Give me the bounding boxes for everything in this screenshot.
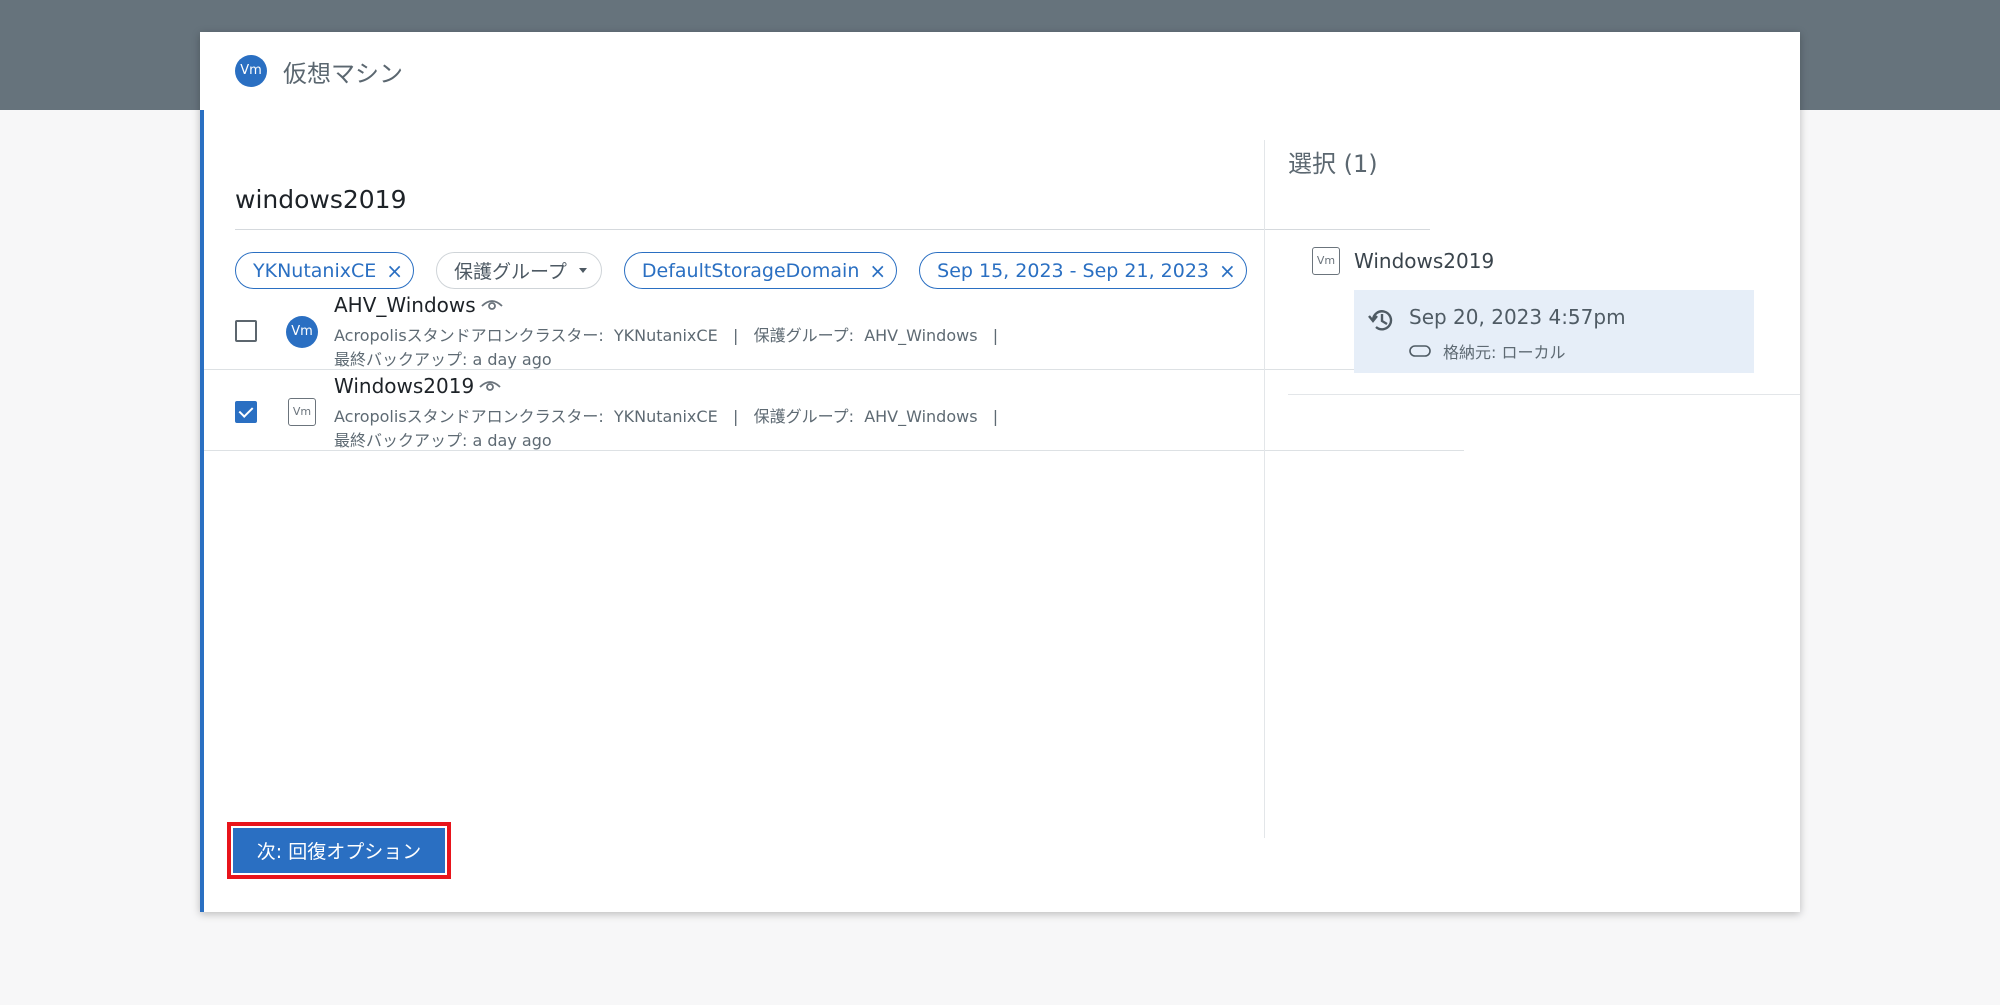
- row-checkbox[interactable]: [235, 320, 257, 342]
- selected-vm: Vm Windows2019: [1312, 247, 1494, 275]
- vm-list-item[interactable]: Vm AHV_Windows Acropolisスタンドアロンクラスター: YK…: [204, 289, 1464, 370]
- close-icon[interactable]: ×: [386, 261, 403, 281]
- vm-name: Windows2019: [334, 374, 501, 398]
- vm-name-text: AHV_Windows: [334, 293, 476, 317]
- vm-list-item[interactable]: Vm Windows2019 Acropolisスタンドアロンクラスター: YK…: [204, 370, 1464, 451]
- vm-outline-icon: Vm: [1312, 247, 1340, 275]
- filter-chip-label: DefaultStorageDomain: [641, 259, 860, 282]
- filter-chips: YKNutanixCE × 保護グループ DefaultStorageDomai…: [235, 252, 1247, 289]
- filter-chip-storage-domain[interactable]: DefaultStorageDomain ×: [623, 252, 898, 289]
- filter-chip-date-range[interactable]: Sep 15, 2023 - Sep 21, 2023 ×: [919, 252, 1247, 289]
- vm-name-text: Windows2019: [334, 374, 475, 398]
- snapshot-item[interactable]: Sep 20, 2023 4:57pm 格納元: ローカル: [1354, 290, 1754, 373]
- vm-selection-dialog: Vm 仮想マシン YKNutanixCE × 保護グループ DefaultSto…: [200, 32, 1800, 912]
- filter-chip-label: Sep 15, 2023 - Sep 21, 2023: [937, 259, 1210, 282]
- snapshot-time: Sep 20, 2023 4:57pm: [1409, 305, 1626, 329]
- filter-chip-cluster[interactable]: YKNutanixCE ×: [235, 252, 415, 289]
- accent-line: [200, 110, 204, 912]
- vm-icon: Vm: [286, 316, 318, 348]
- panel-divider: [1264, 140, 1265, 838]
- filter-chip-label: YKNutanixCE: [253, 259, 377, 282]
- vm-last-backup: 最終バックアップ: a day ago: [334, 350, 552, 369]
- selection-title: 選択 (1): [1288, 150, 1378, 178]
- vm-meta: Acropolisスタンドアロンクラスター: YKNutanixCE | 保護グ…: [334, 407, 999, 426]
- next-recovery-options-button[interactable]: 次: 回復オプション: [227, 822, 451, 879]
- eye-icon[interactable]: [479, 379, 501, 393]
- storage-disk-icon: [1409, 345, 1431, 357]
- vm-meta: Acropolisスタンドアロンクラスター: YKNutanixCE | 保護グ…: [334, 326, 999, 345]
- vm-name: AHV_Windows: [334, 293, 503, 317]
- dialog-header: Vm 仮想マシン: [200, 32, 1800, 110]
- filter-dropdown-protection-group[interactable]: 保護グループ: [436, 252, 602, 289]
- snapshot-location: 格納元: ローカル: [1443, 343, 1566, 362]
- close-icon[interactable]: ×: [1219, 261, 1236, 281]
- close-icon[interactable]: ×: [869, 261, 886, 281]
- filter-chip-label: 保護グループ: [454, 261, 567, 283]
- vm-last-backup: 最終バックアップ: a day ago: [334, 431, 552, 450]
- vm-outline-icon: Vm: [288, 398, 316, 426]
- search-input[interactable]: [235, 170, 1430, 230]
- vm-icon: Vm: [235, 55, 267, 87]
- selection-divider: [1288, 394, 1800, 395]
- eye-icon[interactable]: [481, 298, 503, 312]
- selected-vm-name: Windows2019: [1354, 249, 1495, 273]
- dialog-title: 仮想マシン: [283, 59, 403, 88]
- history-icon: [1368, 310, 1393, 331]
- caret-down-icon: [578, 268, 587, 273]
- row-checkbox-checked[interactable]: [235, 401, 257, 423]
